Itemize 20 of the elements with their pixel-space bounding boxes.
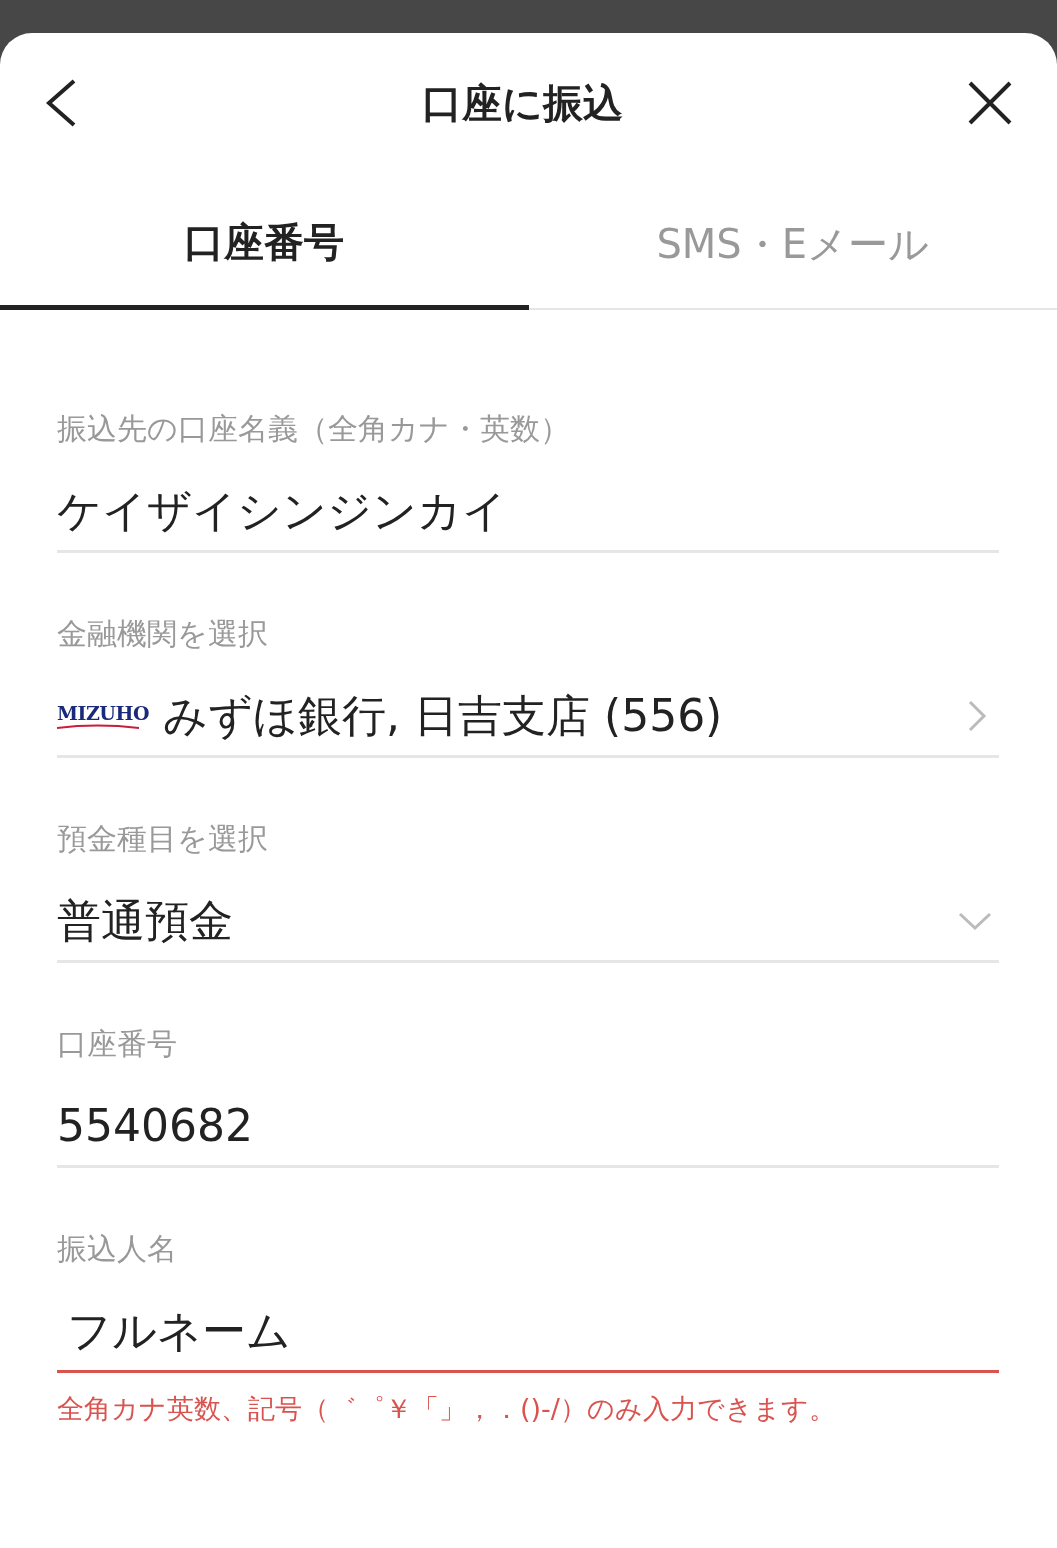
error-message: 全角カナ英数、記号（゛゜￥「」，．()-/）のみ入力できます。: [57, 1395, 837, 1422]
field-label: 金融機関を選択: [57, 619, 269, 649]
chevron-right-icon: [967, 699, 987, 733]
field-label: 口座番号: [57, 1029, 178, 1059]
field-value: ケイザイシンジンカイ: [57, 489, 507, 533]
close-icon: [967, 80, 1013, 126]
field-label: 預金種目を選択: [57, 824, 269, 854]
chevron-down-icon: [957, 911, 993, 931]
name-input-field[interactable]: フルネーム: [57, 1299, 999, 1363]
deposit-type-select[interactable]: 普通預金: [57, 890, 999, 963]
field-value: みずほ銀行, 日吉支店 (556): [163, 694, 723, 738]
field-label: 振込人名: [57, 1234, 178, 1264]
bank-select[interactable]: MIZUHO みずほ銀行, 日吉支店 (556): [57, 685, 999, 758]
back-icon: [44, 78, 78, 128]
bank-logo: MIZUHO: [57, 703, 149, 729]
field-value: 5540682: [57, 1104, 253, 1148]
window-title: 口座に振込: [422, 79, 623, 128]
field-value: 普通預金: [57, 899, 233, 943]
field-label: 振込先の口座名義（全角カナ・英数）: [57, 414, 571, 444]
tab[interactable]: 口座番号: [0, 173, 529, 310]
